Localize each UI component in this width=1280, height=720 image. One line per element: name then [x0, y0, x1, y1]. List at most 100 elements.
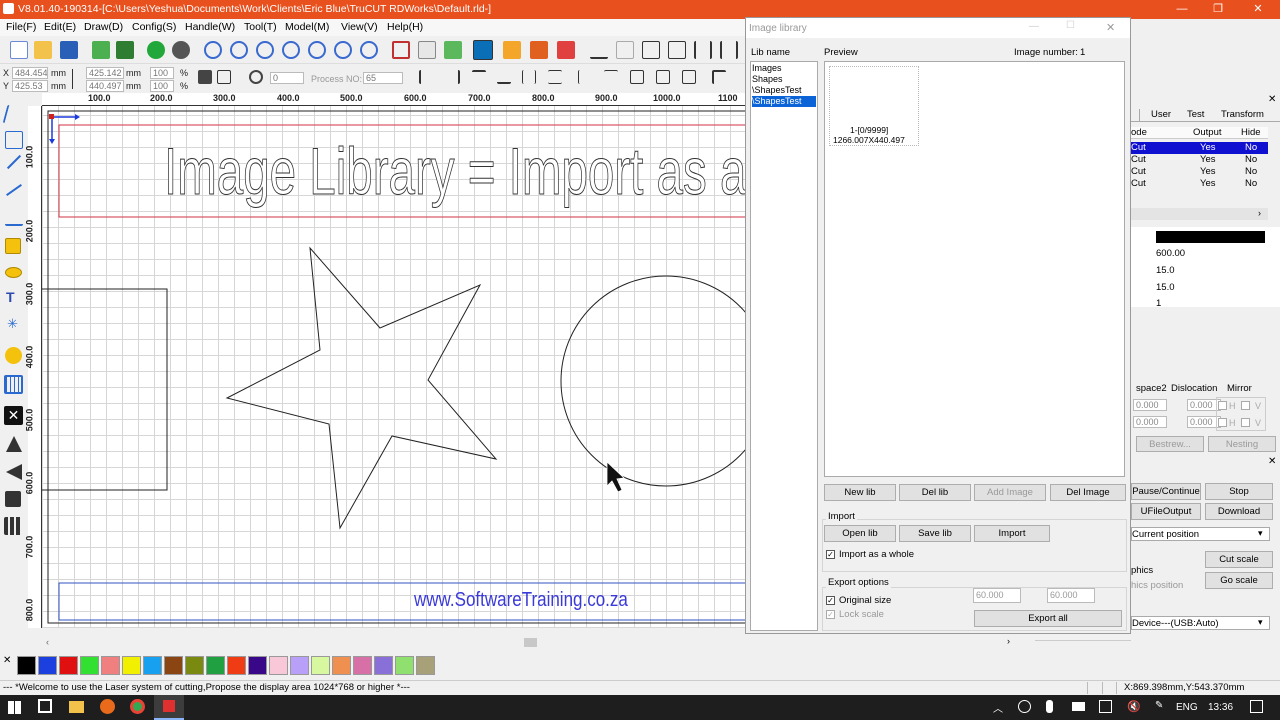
- panel-close-icon[interactable]: ✕: [1268, 94, 1276, 105]
- position-select[interactable]: Current position ▾: [1131, 527, 1270, 541]
- horizontal-scrollbar[interactable]: ‹: [42, 636, 745, 649]
- tab-transform[interactable]: Transform: [1221, 109, 1264, 121]
- cut-scale-button[interactable]: Cut scale: [1205, 551, 1273, 568]
- point-icon[interactable]: ✳: [7, 316, 18, 332]
- color-swatch[interactable]: [269, 656, 288, 675]
- layer-row[interactable]: Cut Yes No: [1131, 178, 1268, 190]
- priority-value[interactable]: 1: [1156, 298, 1161, 309]
- align-left-icon[interactable]: [419, 70, 433, 84]
- close-icon[interactable]: ✕: [1240, 0, 1276, 19]
- bmp-icon[interactable]: [616, 41, 634, 59]
- color-swatch[interactable]: [80, 656, 99, 675]
- tray-app-icon[interactable]: [1018, 700, 1031, 713]
- grid-icon[interactable]: [4, 375, 23, 394]
- design-canvas[interactable]: Image Library = Import as a www.Software…: [42, 106, 745, 628]
- zoom-in-icon[interactable]: [204, 41, 222, 59]
- mirror-h-checkbox-2[interactable]: [1218, 418, 1227, 427]
- task-view-icon[interactable]: [38, 699, 52, 713]
- color-swatch[interactable]: [290, 656, 309, 675]
- align-bottom-icon[interactable]: [497, 70, 511, 84]
- undo-icon[interactable]: [147, 41, 165, 59]
- align-tool-icon[interactable]: [5, 491, 21, 507]
- dialog-maximize-icon[interactable]: ☐: [1066, 20, 1075, 31]
- device-select[interactable]: Device---(USB:Auto) ▾: [1131, 616, 1270, 630]
- process-input[interactable]: 65: [363, 72, 403, 84]
- nesting-button[interactable]: Nesting: [1208, 436, 1276, 452]
- bitmap-icon[interactable]: [5, 347, 22, 364]
- rotate-icon[interactable]: [249, 70, 263, 84]
- import-icon[interactable]: [92, 41, 110, 59]
- lib-name-list[interactable]: Images Shapes \ShapesTest \ShapesTest: [750, 61, 818, 631]
- no-color-icon[interactable]: ✕: [3, 655, 11, 666]
- lock-icon[interactable]: [198, 70, 212, 84]
- color-swatch[interactable]: [206, 656, 225, 675]
- equal-spacing-h-icon[interactable]: [578, 70, 592, 84]
- mirror-v-checkbox-2[interactable]: [1241, 418, 1250, 427]
- download-button[interactable]: Download: [1205, 503, 1273, 520]
- layer-color-value[interactable]: [1156, 231, 1265, 243]
- file-explorer-icon[interactable]: [69, 701, 84, 713]
- scroll-right-icon[interactable]: ›: [1007, 636, 1010, 646]
- min-power-value[interactable]: 15.0: [1156, 265, 1175, 276]
- speed-value[interactable]: 600.00: [1156, 248, 1185, 259]
- layer-row[interactable]: Cut Yes No: [1131, 166, 1268, 178]
- go-scale-button[interactable]: Go scale: [1205, 572, 1273, 589]
- mirror-v-checkbox-1[interactable]: [1241, 401, 1250, 410]
- height-input[interactable]: 440.497: [86, 80, 124, 92]
- export-height-input[interactable]: 60.000: [1047, 588, 1095, 603]
- curve-icon[interactable]: [590, 41, 608, 59]
- color-swatch[interactable]: [164, 656, 183, 675]
- rectangle-icon[interactable]: [642, 41, 660, 59]
- wifi-icon[interactable]: ✎: [1155, 700, 1163, 711]
- same-width-icon[interactable]: [630, 70, 644, 84]
- select-arrow-icon[interactable]: [2, 105, 26, 123]
- del-image-button[interactable]: Del Image: [1050, 484, 1126, 501]
- new-file-icon[interactable]: [10, 41, 28, 59]
- color-swatch[interactable]: [17, 656, 36, 675]
- maximize-icon[interactable]: ❐: [1200, 0, 1236, 19]
- curve-draw-icon[interactable]: [5, 208, 23, 226]
- text-icon[interactable]: T: [6, 289, 15, 305]
- array-cut-icon[interactable]: [557, 41, 575, 59]
- align-top-icon[interactable]: [472, 70, 486, 84]
- ufile-output-button[interactable]: UFileOutput: [1131, 503, 1201, 520]
- distribute-v-icon[interactable]: [720, 41, 738, 59]
- corner-align-icon[interactable]: [712, 70, 726, 84]
- notifications-icon[interactable]: [1250, 700, 1263, 713]
- zoom-fit-icon[interactable]: [360, 41, 378, 59]
- scale-w-input[interactable]: 100: [150, 67, 174, 79]
- same-size-icon[interactable]: [682, 70, 696, 84]
- color-swatch[interactable]: [101, 656, 120, 675]
- group-icon[interactable]: [668, 41, 686, 59]
- export-width-input[interactable]: 60.000: [973, 588, 1021, 603]
- preview-thumbnail[interactable]: 1-[0/9999] 1266.007X440.497: [829, 66, 919, 146]
- chevron-down-icon[interactable]: ▾: [1258, 528, 1263, 539]
- footer-text[interactable]: www.SoftwareTraining.co.za: [414, 589, 628, 612]
- array-tool-icon[interactable]: [4, 517, 22, 535]
- new-lib-button[interactable]: New lib: [824, 484, 896, 501]
- import-button[interactable]: Import: [974, 525, 1050, 542]
- scroll-thumb[interactable]: [524, 638, 537, 647]
- menu-tool[interactable]: Tool(T): [244, 21, 277, 33]
- node-edit-icon[interactable]: [5, 131, 23, 149]
- x-input[interactable]: 484.454: [12, 67, 48, 79]
- pause-continue-button[interactable]: Pause/Continue: [1131, 483, 1201, 500]
- minimize-icon[interactable]: —: [1164, 0, 1200, 19]
- lib-item[interactable]: Shapes: [752, 74, 816, 85]
- frame-icon[interactable]: [392, 41, 410, 59]
- array-copy-icon[interactable]: [530, 41, 548, 59]
- redo-icon[interactable]: [172, 41, 190, 59]
- color-swatch[interactable]: [59, 656, 78, 675]
- zoom-window-icon[interactable]: [282, 41, 300, 59]
- menu-edit[interactable]: Edit(E): [44, 21, 76, 33]
- network-icon[interactable]: [1099, 700, 1112, 713]
- lib-item[interactable]: Images: [752, 63, 816, 74]
- menu-model[interactable]: Model(M): [285, 21, 329, 33]
- array-icon[interactable]: [503, 41, 521, 59]
- open-lib-button[interactable]: Open lib: [824, 525, 896, 542]
- space2-input-2[interactable]: 0.000: [1133, 416, 1167, 428]
- firefox-icon[interactable]: [100, 699, 115, 714]
- zoom-out-icon[interactable]: [256, 41, 274, 59]
- bestrew-button[interactable]: Bestrew...: [1136, 436, 1204, 452]
- open-folder-icon[interactable]: [34, 41, 52, 59]
